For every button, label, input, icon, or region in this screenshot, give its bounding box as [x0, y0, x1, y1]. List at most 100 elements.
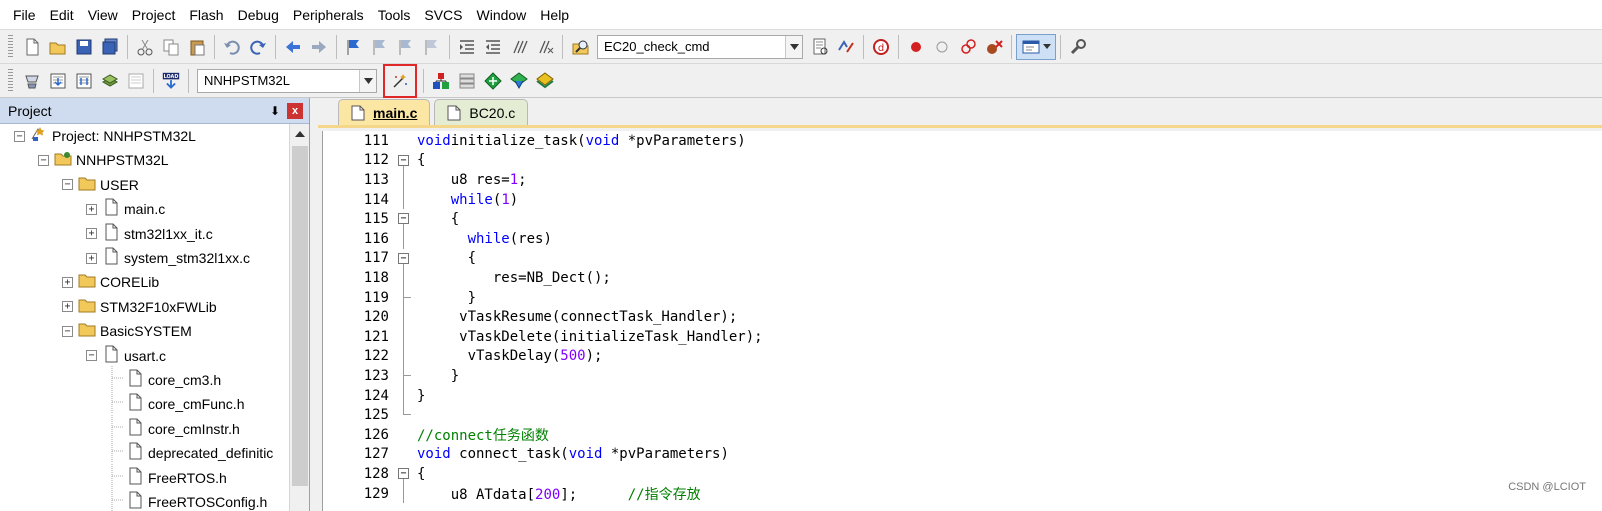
- code-line[interactable]: 126 //connect任务函数: [323, 425, 1602, 445]
- breakpoint-insert-icon[interactable]: [903, 34, 929, 60]
- tree-item[interactable]: core_cmFunc.h: [110, 390, 244, 416]
- save-all-icon[interactable]: [97, 34, 123, 60]
- menu-view[interactable]: View: [81, 0, 125, 30]
- fold-toggle-icon[interactable]: −: [395, 209, 415, 230]
- code-line[interactable]: 119 }: [323, 287, 1602, 308]
- tree-item[interactable]: + STM32F10xFWLib: [62, 295, 217, 319]
- rebuild-icon[interactable]: [71, 68, 97, 94]
- tree-item[interactable]: + CORELib: [62, 270, 159, 294]
- menu-help[interactable]: Help: [533, 0, 576, 30]
- code-line[interactable]: 113 u8 res=1;: [323, 170, 1602, 190]
- menu-flash[interactable]: Flash: [182, 0, 230, 30]
- code-line[interactable]: 127 void connect_task(void *pvParameters): [323, 445, 1602, 465]
- tree-item[interactable]: FreeRTOS.h: [110, 463, 227, 490]
- chevron-down-icon[interactable]: [359, 69, 376, 92]
- unindent-icon[interactable]: [480, 34, 506, 60]
- code-line[interactable]: 114 while(1): [323, 189, 1602, 210]
- stop-build-icon[interactable]: [123, 68, 149, 94]
- tree-item[interactable]: − USER: [62, 173, 139, 197]
- menu-window[interactable]: Window: [470, 0, 534, 30]
- code-line[interactable]: 115− {: [323, 209, 1602, 230]
- select-software-packs-icon[interactable]: [480, 68, 506, 94]
- build-icon[interactable]: [45, 68, 71, 94]
- code-editor[interactable]: 111 voidinitialize_task(void *pvParameter…: [322, 131, 1602, 511]
- collapse-icon[interactable]: −: [62, 179, 73, 191]
- tree-item[interactable]: deprecated_definitic: [110, 439, 273, 465]
- tab-bc20-c[interactable]: BC20.c: [434, 99, 529, 125]
- fold-toggle-icon[interactable]: −: [395, 464, 415, 485]
- target-select-combo[interactable]: NNHPSTM32L: [197, 68, 377, 93]
- new-file-icon[interactable]: [19, 34, 45, 60]
- save-icon[interactable]: [71, 34, 97, 60]
- fold-toggle-icon[interactable]: −: [395, 249, 415, 269]
- tree-scrollbar[interactable]: [289, 124, 309, 511]
- code-line[interactable]: 121 vTaskDelete(initializeTask_Handler);: [323, 327, 1602, 347]
- tree-item[interactable]: FreeRTOSConfig.h: [110, 488, 267, 511]
- code-line[interactable]: 129 u8 ATdata[200]; //指令存放: [323, 483, 1602, 504]
- expand-icon[interactable]: +: [62, 276, 73, 288]
- code-line[interactable]: 123 }: [323, 366, 1602, 386]
- expand-icon[interactable]: +: [86, 252, 97, 264]
- cut-icon[interactable]: [132, 34, 158, 60]
- manage-run-time-environment-icon[interactable]: [454, 68, 480, 94]
- uncomment-icon[interactable]: [532, 34, 558, 60]
- configure-icon[interactable]: [1065, 34, 1091, 60]
- navigate-forward-icon[interactable]: [306, 34, 332, 60]
- tree-item[interactable]: − Project: NNHPSTM32L: [14, 124, 196, 148]
- code-line[interactable]: 116 while(res): [323, 229, 1602, 249]
- open-folder-icon[interactable]: [45, 34, 71, 60]
- toolbar-grip[interactable]: [8, 34, 13, 59]
- collapse-icon[interactable]: −: [86, 350, 97, 362]
- tree-item[interactable]: + stm32l1xx_it.c: [86, 222, 213, 246]
- menu-edit[interactable]: Edit: [43, 0, 81, 30]
- download-icon[interactable]: LOAD: [158, 68, 184, 94]
- pack-installer-icon[interactable]: [506, 68, 532, 94]
- bookmark-set-icon[interactable]: [341, 34, 367, 60]
- collapse-icon[interactable]: −: [62, 325, 73, 337]
- code-line[interactable]: 122 vTaskDelay(500);: [323, 346, 1602, 367]
- breakpoint-kill-all-icon[interactable]: [981, 34, 1007, 60]
- code-line[interactable]: 118 res=NB_Dect();: [323, 268, 1602, 288]
- tree-item[interactable]: − BasicSYSTEM: [62, 319, 192, 343]
- code-line[interactable]: 120 vTaskResume(connectTask_Handler);: [323, 307, 1602, 327]
- tree-item[interactable]: core_cm3.h: [110, 366, 221, 392]
- tab-main-c[interactable]: main.c: [338, 99, 431, 125]
- find-in-files-icon[interactable]: [567, 34, 593, 60]
- menu-debug[interactable]: Debug: [231, 0, 286, 30]
- tree-item[interactable]: − NNHPSTM32L: [38, 148, 169, 172]
- debug-session-icon[interactable]: d: [868, 34, 894, 60]
- menu-file[interactable]: File: [6, 0, 43, 30]
- tree-item[interactable]: + main.c: [86, 197, 165, 221]
- scroll-thumb[interactable]: [292, 146, 308, 486]
- tree-item[interactable]: − usart.c: [86, 344, 166, 368]
- toolbar-grip[interactable]: [8, 68, 13, 93]
- code-line[interactable]: 111 voidinitialize_task(void *pvParameter…: [323, 131, 1602, 151]
- batch-build-icon[interactable]: [97, 68, 123, 94]
- scroll-up-icon[interactable]: [290, 124, 310, 144]
- bookmark-clear-icon[interactable]: [419, 34, 445, 60]
- navigate-back-icon[interactable]: [280, 34, 306, 60]
- breakpoint-disable-all-icon[interactable]: [955, 34, 981, 60]
- paste-icon[interactable]: [184, 34, 210, 60]
- bookmark-prev-icon[interactable]: [367, 34, 393, 60]
- window-layout-icon[interactable]: [1016, 33, 1056, 60]
- bookmark-next-icon[interactable]: [393, 34, 419, 60]
- collapse-icon[interactable]: −: [38, 154, 49, 166]
- comment-icon[interactable]: [506, 34, 532, 60]
- code-line[interactable]: 125: [323, 405, 1602, 425]
- menu-project[interactable]: Project: [125, 0, 183, 30]
- close-panel-button[interactable]: x: [287, 102, 303, 119]
- menu-peripherals[interactable]: Peripherals: [286, 0, 371, 30]
- expand-icon[interactable]: +: [86, 203, 97, 215]
- manage-project-items-icon[interactable]: [428, 68, 454, 94]
- expand-icon[interactable]: +: [86, 228, 97, 240]
- translate-icon[interactable]: [19, 68, 45, 94]
- menu-tools[interactable]: Tools: [371, 0, 418, 30]
- indent-icon[interactable]: [454, 34, 480, 60]
- breakpoint-disable-icon[interactable]: [929, 34, 955, 60]
- undo-icon[interactable]: [219, 34, 245, 60]
- collapse-icon[interactable]: −: [14, 130, 25, 142]
- tree-item[interactable]: core_cmInstr.h: [110, 414, 240, 441]
- incremental-find-icon[interactable]: [807, 34, 833, 60]
- redo-icon[interactable]: [245, 34, 271, 60]
